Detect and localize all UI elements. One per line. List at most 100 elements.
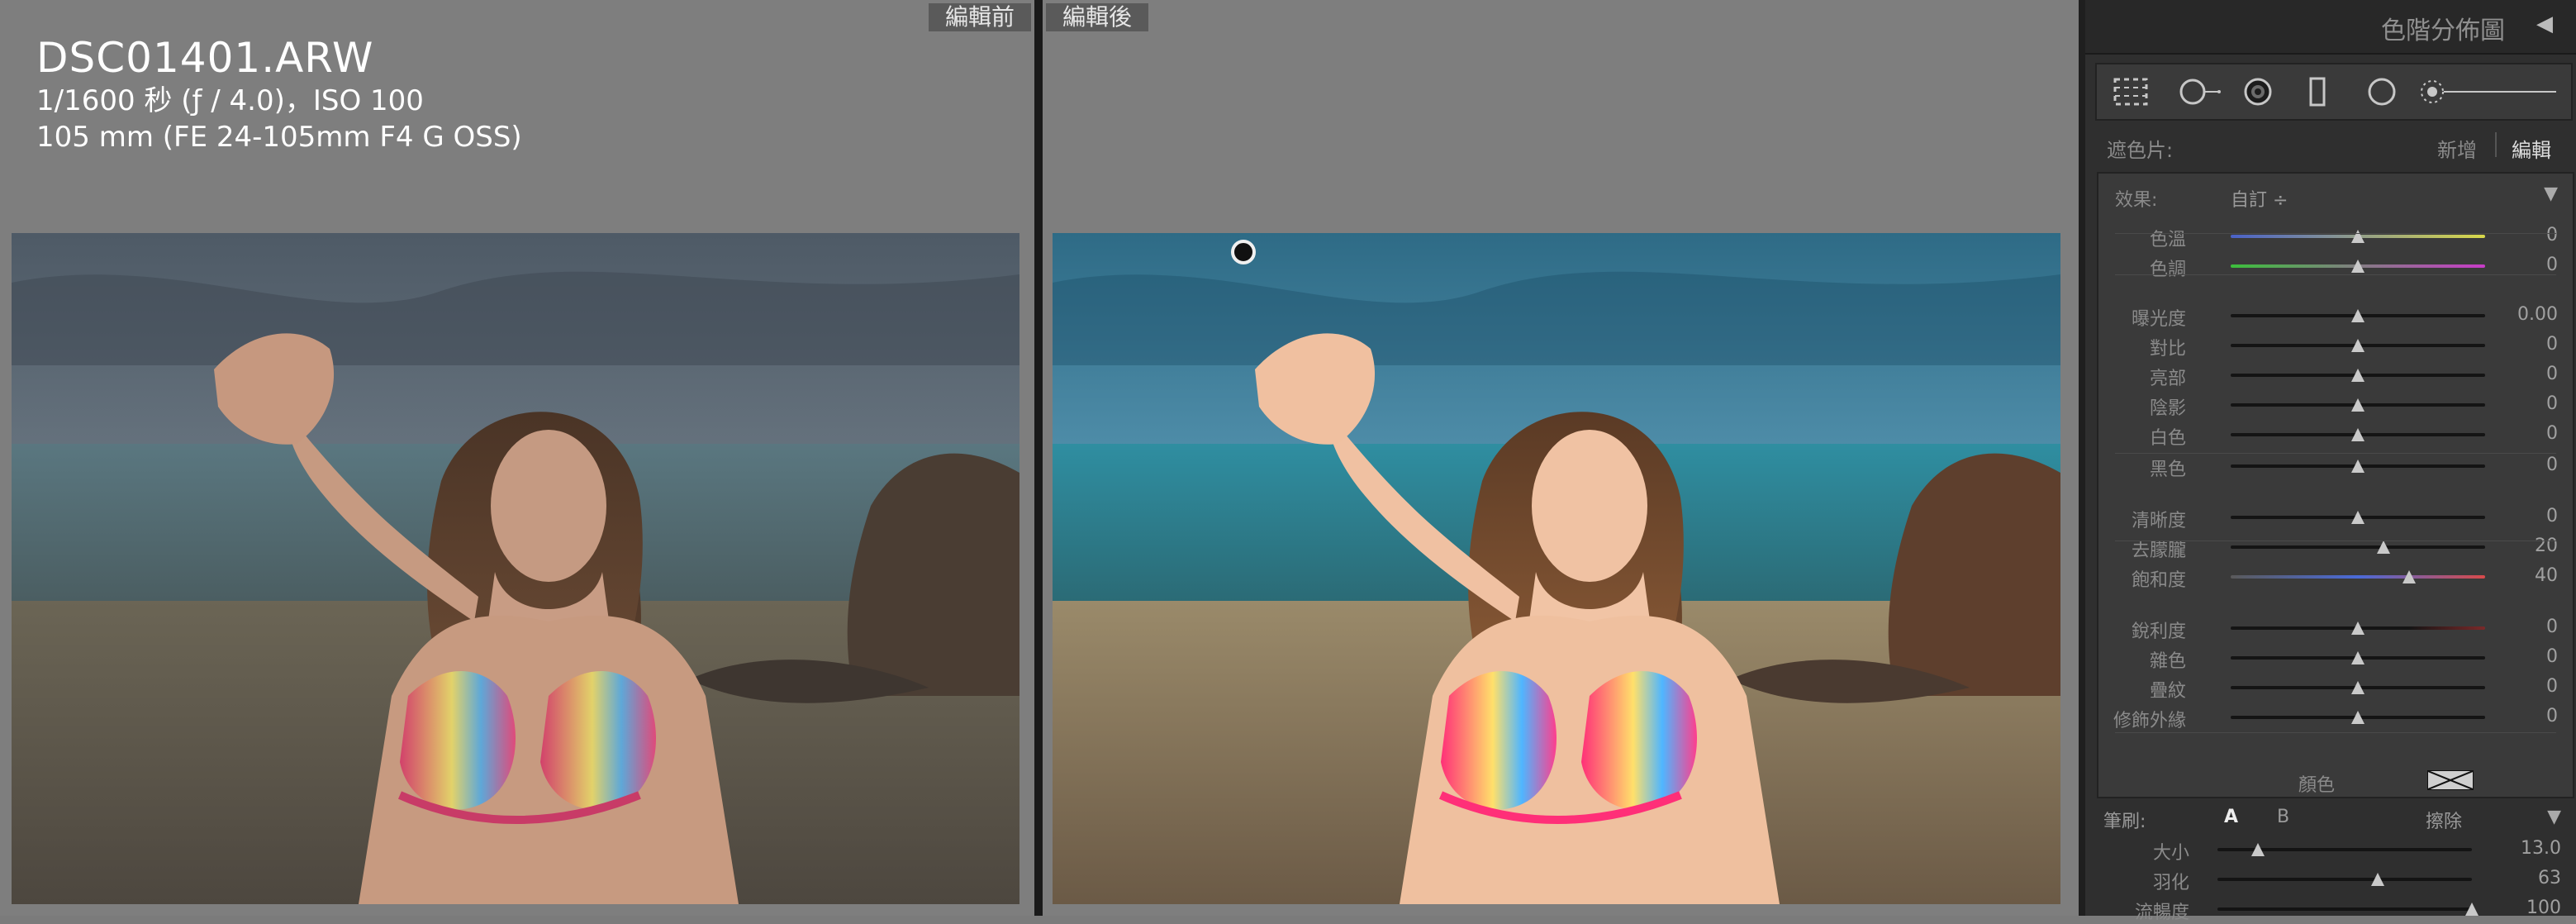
histogram-title: 色階分佈圖 bbox=[2381, 17, 2505, 45]
after-photo[interactable] bbox=[1053, 233, 2060, 904]
adjustment-brush-settings: 效果: 自訂 ÷ ▼ 色溫 0 色調 0 曝光度 0.00 對比 0 亮部 0 陰影 0 白色 0 黑色 0 清… bbox=[2097, 172, 2574, 798]
moire-label: 疊紋 bbox=[2149, 681, 2186, 702]
graduated-filter-icon[interactable] bbox=[2305, 76, 2330, 111]
brush-feather-slider-thumb[interactable] bbox=[2371, 873, 2385, 886]
mask-new-button[interactable]: 新增 bbox=[2437, 134, 2477, 163]
shadows-slider-thumb[interactable] bbox=[2351, 398, 2365, 412]
red-eye-icon[interactable] bbox=[2239, 76, 2277, 111]
saturation-row: 飽和度 40 bbox=[2098, 562, 2573, 592]
blacks-row: 黑色 0 bbox=[2098, 451, 2573, 481]
highlights-value[interactable]: 0 bbox=[2546, 364, 2558, 384]
saturation-label: 飽和度 bbox=[2131, 570, 2186, 591]
whites-value[interactable]: 0 bbox=[2546, 423, 2558, 444]
effect-preset-select[interactable]: 自訂 ÷ bbox=[2231, 185, 2288, 212]
divider-5 bbox=[2115, 732, 2556, 733]
effect-collapse-icon[interactable]: ▼ bbox=[2544, 183, 2558, 204]
divider-3 bbox=[2115, 453, 2556, 454]
mask-edit-button[interactable]: 編輯 bbox=[2512, 134, 2551, 163]
before-label: 編輯前 bbox=[928, 3, 1031, 31]
dehaze-value[interactable]: 20 bbox=[2535, 536, 2558, 556]
after-photo-image bbox=[1053, 233, 2060, 904]
dehaze-slider[interactable] bbox=[2231, 545, 2485, 549]
brush-feather-value[interactable]: 63 bbox=[2538, 868, 2561, 888]
shadows-label: 陰影 bbox=[2149, 398, 2186, 419]
clarity-slider-thumb[interactable] bbox=[2351, 511, 2365, 524]
brush-feather-row: 羽化 63 bbox=[2085, 864, 2576, 894]
highlights-row: 亮部 0 bbox=[2098, 360, 2573, 390]
defringe-value[interactable]: 0 bbox=[2546, 706, 2558, 726]
whites-label: 白色 bbox=[2149, 428, 2186, 449]
moire-slider-thumb[interactable] bbox=[2351, 681, 2365, 694]
contrast-slider-thumb[interactable] bbox=[2351, 339, 2365, 352]
lens-info: 105 mm (FE 24-105mm F4 G OSS) bbox=[36, 121, 522, 154]
crop-overlay-icon[interactable] bbox=[2112, 76, 2150, 111]
contrast-label: 對比 bbox=[2149, 339, 2186, 360]
defringe-slider-thumb[interactable] bbox=[2351, 711, 2365, 724]
highlights-label: 亮部 bbox=[2149, 369, 2186, 389]
brush-flow-slider-thumb[interactable] bbox=[2465, 903, 2479, 916]
brush-feather-slider[interactable] bbox=[2217, 878, 2472, 881]
contrast-value[interactable]: 0 bbox=[2546, 334, 2558, 355]
effect-label: 效果: bbox=[2115, 190, 2158, 211]
saturation-slider-thumb[interactable] bbox=[2402, 570, 2416, 583]
adjustment-brush-icon[interactable] bbox=[2416, 76, 2561, 111]
noise-value[interactable]: 0 bbox=[2546, 646, 2558, 667]
sharpness-value[interactable]: 0 bbox=[2546, 617, 2558, 637]
temp-value[interactable]: 0 bbox=[2546, 225, 2558, 245]
dehaze-slider-thumb[interactable] bbox=[2376, 541, 2390, 554]
sharpness-row: 銳利度 0 bbox=[2098, 613, 2573, 643]
brush-flow-slider[interactable] bbox=[2217, 907, 2472, 911]
dehaze-row: 去朦朧 20 bbox=[2098, 532, 2573, 562]
brush-a-tab[interactable]: A bbox=[2224, 807, 2238, 827]
histogram-header[interactable]: 色階分佈圖 ◀ bbox=[2085, 0, 2576, 55]
moire-row: 疊紋 0 bbox=[2098, 673, 2573, 703]
photo-info-overlay: DSC01401.ARW 1/1600 秒 (ƒ / 4.0)，ISO 100 … bbox=[36, 33, 522, 155]
spot-removal-icon[interactable] bbox=[2176, 76, 2222, 111]
color-swatch[interactable] bbox=[2427, 770, 2474, 790]
noise-slider-thumb[interactable] bbox=[2351, 651, 2365, 664]
mask-label: 遮色片: bbox=[2107, 139, 2174, 162]
no-color-icon bbox=[2427, 770, 2474, 790]
exposure-row: 曝光度 0.00 bbox=[2098, 301, 2573, 331]
temp-row: 色溫 0 bbox=[2098, 221, 2573, 251]
brush-collapse-icon[interactable]: ▼ bbox=[2547, 807, 2561, 827]
tint-label: 色調 bbox=[2149, 260, 2186, 280]
saturation-slider[interactable] bbox=[2231, 575, 2485, 579]
blacks-value[interactable]: 0 bbox=[2546, 455, 2558, 475]
exposure-slider-thumb[interactable] bbox=[2351, 309, 2365, 322]
tint-slider-thumb[interactable] bbox=[2351, 260, 2365, 273]
before-photo[interactable] bbox=[12, 233, 1019, 904]
sharpness-label: 銳利度 bbox=[2131, 622, 2186, 642]
brush-flow-value[interactable]: 100 bbox=[2526, 898, 2561, 918]
whites-slider-thumb[interactable] bbox=[2351, 428, 2365, 441]
shadows-value[interactable]: 0 bbox=[2546, 393, 2558, 414]
brush-size-slider-thumb[interactable] bbox=[2251, 843, 2265, 856]
exposure-value[interactable]: 0.00 bbox=[2517, 304, 2558, 325]
after-pane: 編輯後 bbox=[1043, 0, 2079, 916]
panel-inner: 色階分佈圖 ◀ 遮色片: 新增 編輯 效果: 自訂 ÷ ▼ 色溫 0 色調 0 … bbox=[2085, 0, 2576, 923]
highlights-slider-thumb[interactable] bbox=[2351, 369, 2365, 382]
temp-slider-thumb[interactable] bbox=[2351, 230, 2365, 243]
compare-view: 編輯前 DSC01401.ARW 1/1600 秒 (ƒ / 4.0)，ISO … bbox=[0, 0, 2079, 916]
brush-size-value[interactable]: 13.0 bbox=[2521, 838, 2561, 859]
blacks-label: 黑色 bbox=[2149, 460, 2186, 480]
radial-filter-icon[interactable] bbox=[2363, 76, 2401, 111]
color-label: 顏色 bbox=[2298, 775, 2336, 796]
saturation-value[interactable]: 40 bbox=[2535, 565, 2558, 586]
contrast-row: 對比 0 bbox=[2098, 331, 2573, 360]
blacks-slider-thumb[interactable] bbox=[2351, 460, 2365, 473]
brush-erase-tab[interactable]: 擦除 bbox=[2426, 807, 2462, 833]
brush-feather-label: 羽化 bbox=[2152, 873, 2189, 893]
temp-label: 色溫 bbox=[2149, 230, 2186, 250]
mouse-cursor bbox=[1231, 240, 1256, 264]
moire-value[interactable]: 0 bbox=[2546, 676, 2558, 697]
tint-value[interactable]: 0 bbox=[2546, 255, 2558, 275]
clarity-label: 清晰度 bbox=[2131, 511, 2186, 531]
clarity-row: 清晰度 0 bbox=[2098, 502, 2573, 532]
noise-row: 雜色 0 bbox=[2098, 643, 2573, 673]
clarity-value[interactable]: 0 bbox=[2546, 506, 2558, 526]
triangle-left-icon[interactable]: ◀ bbox=[2536, 12, 2553, 36]
sharpness-slider-thumb[interactable] bbox=[2351, 622, 2365, 635]
brush-b-tab[interactable]: B bbox=[2277, 807, 2289, 827]
compare-divider[interactable] bbox=[1034, 0, 1043, 916]
